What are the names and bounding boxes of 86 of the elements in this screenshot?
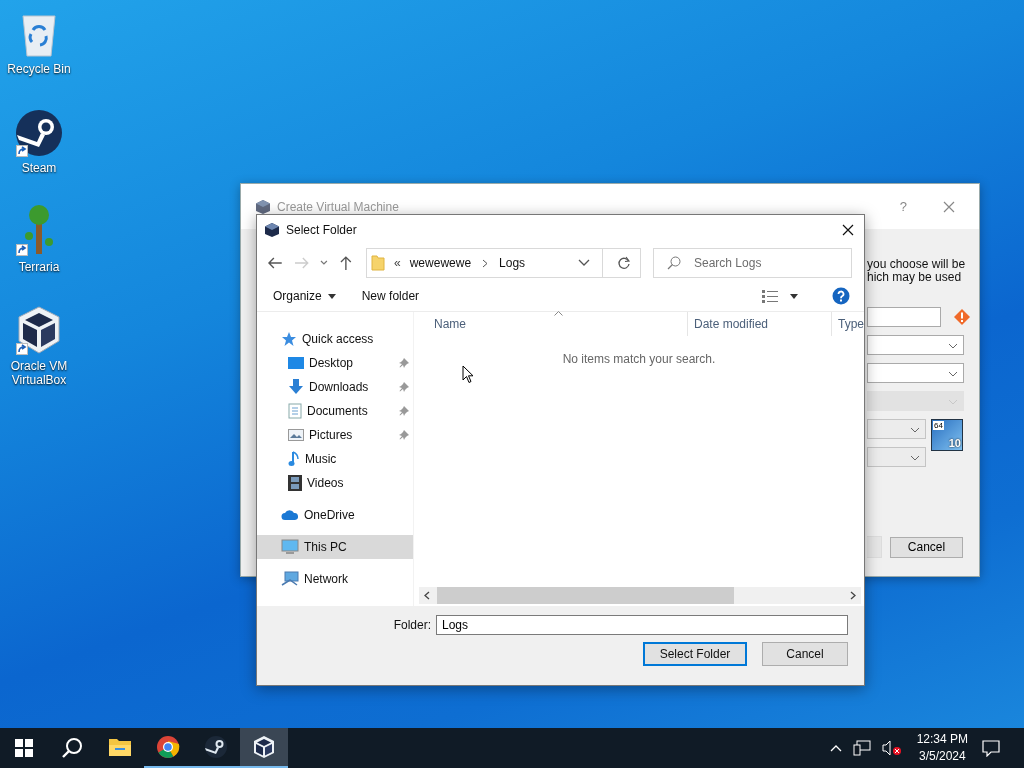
- column-header[interactable]: Date modified: [688, 312, 832, 336]
- taskbar-app[interactable]: [240, 728, 288, 768]
- chevron-up-icon[interactable]: [829, 744, 842, 752]
- caret-icon[interactable]: [790, 293, 798, 299]
- organize-menu[interactable]: Organize: [269, 287, 326, 305]
- breadcrumb[interactable]: wewewewe: [409, 256, 472, 270]
- caret-icon[interactable]: [578, 259, 590, 267]
- nav-item[interactable]: Downloads: [257, 375, 413, 399]
- chevron-icon: [910, 455, 920, 461]
- scroll-left-icon[interactable]: [424, 591, 430, 600]
- nav-item[interactable]: Network: [257, 567, 413, 591]
- search-icon: [61, 737, 83, 759]
- help-button[interactable]: ?: [899, 199, 907, 214]
- os-badge-icon: 64 10: [931, 419, 963, 451]
- picture-icon: [288, 428, 304, 442]
- network-icon: [281, 571, 299, 587]
- windows-logo-icon: [15, 739, 33, 757]
- column-header[interactable]: Type: [832, 312, 864, 336]
- nav-item[interactable]: Music: [257, 447, 413, 471]
- caret-icon[interactable]: [327, 293, 336, 299]
- nav-item[interactable]: OneDrive: [257, 503, 413, 527]
- search-field[interactable]: Search Logs: [653, 248, 852, 278]
- help-icon[interactable]: [832, 287, 850, 305]
- new-folder-button[interactable]: New folder: [357, 287, 424, 305]
- notification-icon[interactable]: [982, 739, 1000, 757]
- back-arrow-icon[interactable]: [267, 256, 283, 270]
- chevron-icon[interactable]: [482, 258, 489, 268]
- text-field[interactable]: [867, 307, 941, 327]
- recycle-bin-icon[interactable]: [19, 12, 59, 58]
- desktop-icon: [288, 356, 304, 370]
- dropdown[interactable]: [867, 363, 964, 383]
- close-icon[interactable]: [842, 224, 854, 236]
- cube-icon: [252, 735, 276, 759]
- cube-icon: [255, 198, 271, 215]
- folder-icon: [371, 255, 385, 271]
- speaker-icon[interactable]: [881, 740, 902, 756]
- nav-item[interactable]: Quick access: [257, 327, 413, 351]
- refresh-icon[interactable]: [617, 256, 631, 270]
- nav-item[interactable]: Desktop: [257, 351, 413, 375]
- mouse-pointer-icon: [462, 365, 474, 384]
- nav-item[interactable]: Videos: [257, 471, 413, 495]
- cancel-button[interactable]: Cancel: [890, 536, 963, 558]
- column-header[interactable]: Name: [414, 312, 688, 336]
- description-text: hich may be used: [867, 271, 963, 284]
- document-icon: [288, 403, 302, 419]
- chrome-logo-icon: [156, 735, 180, 759]
- breadcrumb[interactable]: Logs: [499, 256, 526, 270]
- up-arrow-icon[interactable]: [339, 255, 353, 271]
- star-icon: [281, 331, 297, 347]
- cube-icon[interactable]: [15, 305, 63, 355]
- chevron-icon: [948, 399, 958, 405]
- dialog-title: Select Folder: [286, 223, 357, 237]
- scroll-right-icon[interactable]: [850, 591, 856, 600]
- scrollbar-thumb[interactable]: [437, 587, 734, 604]
- tree-icon[interactable]: [22, 204, 56, 256]
- folder-field[interactable]: Logs: [436, 615, 848, 635]
- folder-icon: [108, 737, 132, 757]
- network-icon[interactable]: [852, 740, 871, 756]
- cancel-button[interactable]: Cancel: [762, 642, 848, 666]
- steam-icon[interactable]: [15, 109, 63, 157]
- dropdown[interactable]: [867, 335, 964, 355]
- nav-item[interactable]: Documents: [257, 399, 413, 423]
- overflow-chevrons[interactable]: «: [394, 256, 401, 270]
- music-note-icon: [288, 451, 300, 467]
- film-icon: [288, 475, 302, 491]
- steam-icon: [204, 735, 228, 759]
- clock-time[interactable]: 12:34 PM: [916, 731, 968, 748]
- desktop-icon-label[interactable]: Oracle VM VirtualBox: [1, 359, 77, 387]
- window-title: Create Virtual Machine: [277, 199, 399, 214]
- clock-date[interactable]: 3/5/2024: [918, 748, 966, 765]
- chevron-icon: [910, 427, 920, 433]
- empty-message: No items match your search.: [562, 352, 716, 366]
- nav-item[interactable]: Pictures: [257, 423, 413, 447]
- select-folder-button[interactable]: Select Folder: [643, 642, 747, 666]
- nav-item[interactable]: This PC: [257, 535, 413, 559]
- search-icon: [667, 256, 681, 270]
- download-arrow-icon: [288, 379, 304, 395]
- cloud-icon: [281, 509, 299, 521]
- address-bar[interactable]: « wewewewe Logs: [366, 248, 641, 278]
- chevron-icon: [948, 343, 958, 349]
- description-text: you choose will be: [867, 258, 967, 271]
- folder-label: Folder:: [393, 618, 431, 632]
- cube-icon: [264, 222, 280, 238]
- chevron-icon: [948, 371, 958, 377]
- monitor-icon: [281, 539, 299, 555]
- view-options-icon[interactable]: [762, 289, 778, 303]
